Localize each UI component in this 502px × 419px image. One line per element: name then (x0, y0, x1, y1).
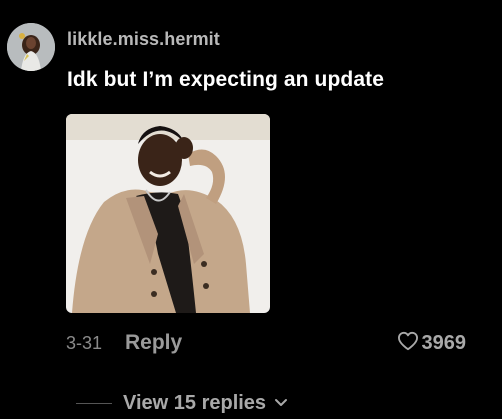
avatar-image (7, 23, 55, 71)
heart-outline-icon (397, 331, 419, 356)
view-replies-label: View 15 replies (123, 392, 267, 414)
like-button[interactable]: 3969 (397, 331, 467, 356)
chevron-down-icon (274, 395, 288, 413)
replies-divider (76, 403, 112, 404)
view-replies-button[interactable]: View 15 replies (76, 392, 288, 415)
avatar[interactable] (7, 23, 55, 71)
comment-text: Idk but I’m expecting an update (67, 68, 384, 91)
comment-date: 3-31 (66, 333, 103, 353)
like-count: 3969 (421, 332, 467, 354)
reply-button[interactable]: Reply (125, 331, 182, 355)
comment-image[interactable] (66, 114, 270, 313)
comment-photo (66, 114, 270, 313)
comment-username[interactable]: likkle.miss.hermit (67, 29, 220, 50)
